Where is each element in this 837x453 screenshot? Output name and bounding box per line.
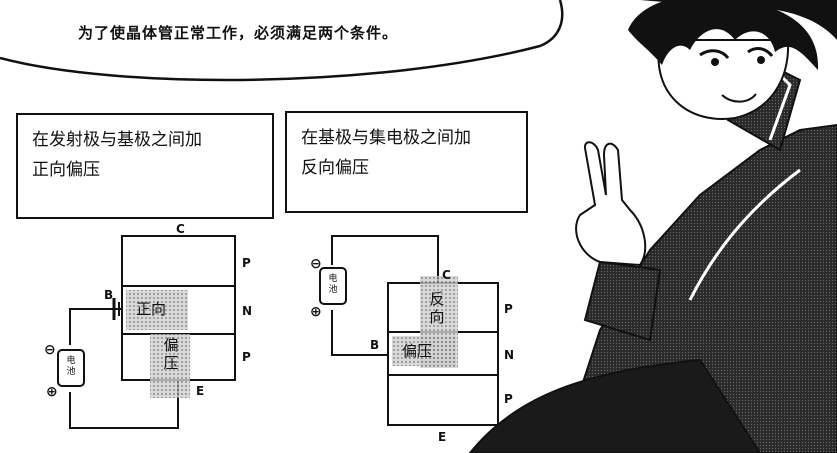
left-caption-line2: 正向偏压 <box>32 160 100 180</box>
right-layer-p2: P <box>504 392 513 406</box>
left-label-e: E <box>196 384 205 398</box>
left-minus-icon: ⊖ <box>44 342 56 358</box>
right-layer-n: N <box>504 348 515 362</box>
left-layer-n: N <box>242 304 253 318</box>
right-label-e: E <box>438 430 447 444</box>
left-battery-text: 电池 <box>66 356 76 377</box>
character-illustration <box>468 0 837 453</box>
right-shade-reverse-text: 反向 <box>429 290 445 326</box>
left-label-c: C <box>176 222 185 236</box>
right-transistor-diagram <box>331 235 499 426</box>
right-label-c: C <box>442 268 451 282</box>
right-minus-icon: ⊖ <box>310 256 322 272</box>
left-caption-line1: 在发射极与基极之间加 <box>32 130 202 150</box>
right-battery-text: 电池 <box>328 274 338 295</box>
left-shade-forward-text: 正向 <box>136 300 167 318</box>
right-label-b: B <box>370 338 380 352</box>
left-caption-box: 在发射极与基极之间加 正向偏压 <box>16 113 274 219</box>
speech-bubble-text: 为了使晶体管正常工作，必须满足两个条件。 <box>78 24 399 42</box>
panel-artwork <box>0 0 837 453</box>
right-caption-box: 在基极与集电极之间加 反向偏压 <box>285 111 528 213</box>
left-label-b: B <box>104 288 114 302</box>
right-plus-icon: ⊕ <box>310 304 322 320</box>
left-plus-icon: ⊕ <box>46 384 58 400</box>
left-shade-bias-text: 偏压 <box>163 336 179 372</box>
left-layer-p2: P <box>242 350 251 364</box>
right-caption-line1: 在基极与集电极之间加 <box>301 128 471 148</box>
right-caption-line2: 反向偏压 <box>301 158 369 178</box>
right-layer-p1: P <box>504 302 513 316</box>
right-shade-bias-text: 偏压 <box>402 342 433 360</box>
manga-panel: 为了使晶体管正常工作，必须满足两个条件。 在发射极与基极之间加 正向偏压 在基极… <box>0 0 837 453</box>
left-transistor-diagram <box>69 235 236 429</box>
left-layer-p1: P <box>242 256 251 270</box>
